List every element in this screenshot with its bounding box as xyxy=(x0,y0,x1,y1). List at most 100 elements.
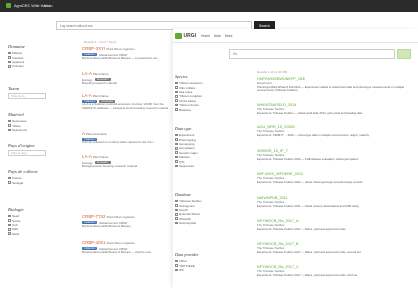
item-title[interactable]: A xyxy=(82,131,85,136)
result-record[interactable]: WHEAT5AFIELD_2014 The Triticeae Toolbox … xyxy=(257,103,417,115)
facet-option[interactable]: Animaux xyxy=(8,64,50,68)
facet-title: Taxon xyxy=(8,86,20,91)
checkbox[interactable] xyxy=(175,259,178,263)
checkbox[interactable] xyxy=(175,213,178,216)
checkbox[interactable] xyxy=(175,95,178,98)
item-description: Biodiversidad publik Biosan & Biotope — … xyxy=(82,56,160,61)
item-description: Biological stock breeding research mater… xyxy=(82,164,138,169)
search-input[interactable] xyxy=(229,49,395,59)
logo-icon xyxy=(175,33,182,39)
checkbox[interactable] xyxy=(8,60,11,64)
record-body: Experiment: Triticeae Toolbox 2011 — whe… xyxy=(257,203,360,208)
checkbox[interactable] xyxy=(175,164,178,168)
result-item[interactable]: LA-A Plant Name Ecology Accession Breedin… xyxy=(82,71,172,86)
taxon-filter-input[interactable]: Filtre taxon xyxy=(8,93,46,99)
search-button[interactable] xyxy=(397,49,411,59)
checkbox[interactable] xyxy=(175,204,178,207)
facet-option[interactable]: DiversityHub xyxy=(175,221,215,225)
result-record[interactable]: NFYWGCB_Ra_2017_A The Triticeae Toolbox … xyxy=(257,219,417,231)
result-item[interactable]: LA-A Plant Name Ecology Accession Biologi… xyxy=(82,154,172,169)
facet-domaine: Domaine Plantes Insectes Apparent Animau… xyxy=(8,44,50,69)
checkbox[interactable] xyxy=(8,181,11,184)
facet-option[interactable]: Spécimens xyxy=(8,128,50,132)
checkbox[interactable] xyxy=(175,147,178,150)
checkbox[interactable] xyxy=(175,99,178,103)
checkbox[interactable] xyxy=(8,232,11,236)
checkbox[interactable] xyxy=(8,214,11,218)
result-record[interactable]: NFYWGCB_Ra_2017_B The Triticeae Toolbox … xyxy=(257,242,417,254)
checkbox[interactable] xyxy=(175,81,178,85)
result-record[interactable]: HNP2WHIZBWUNKFP_1BE Experiment Phenotype… xyxy=(257,77,417,93)
checkbox[interactable] xyxy=(175,268,178,272)
checkbox[interactable] xyxy=(175,199,178,203)
result-record[interactable]: NAIWNPDB_2011 The Triticeae Toolbox Expe… xyxy=(257,196,417,208)
results-info: Results 1 - 10 of 7 items xyxy=(84,40,117,44)
item-title[interactable]: CRBP-4021 xyxy=(82,240,105,245)
checkbox[interactable] xyxy=(8,219,11,222)
checkbox[interactable] xyxy=(175,160,178,163)
item-title[interactable]: LA-A xyxy=(82,71,92,76)
facet-title: Matériel xyxy=(8,112,24,117)
checkbox[interactable] xyxy=(175,151,178,155)
result-record[interactable]: AGU_NRR_15_GSDB The Triticeae Toolbox Ex… xyxy=(257,125,417,137)
country-filter-input[interactable]: Filtre le pays xyxy=(8,150,46,156)
result-item[interactable]: CRBP-4021 Plant fibres organism Collecti… xyxy=(82,240,172,255)
facet-data-provider: Data provider URGI TRITICEAE IPK xyxy=(175,252,215,272)
menu-link[interactable]: Menu xyxy=(44,4,52,8)
checkbox[interactable] xyxy=(175,142,178,146)
result-record[interactable]: IWF-WVS_WFGENE_2012 The Triticeae Toolbo… xyxy=(257,172,417,184)
record-body: Experiment: Triticeae Toolbox 2016 — FHB… xyxy=(257,156,359,161)
checkbox[interactable] xyxy=(8,51,11,55)
checkbox[interactable] xyxy=(8,65,11,68)
checkbox[interactable] xyxy=(175,155,178,159)
checkbox[interactable] xyxy=(175,221,178,225)
nav-home[interactable]: Home xyxy=(201,34,210,38)
facet-title: Pays d'origine xyxy=(8,143,35,148)
checkbox[interactable] xyxy=(175,103,178,107)
checkbox[interactable] xyxy=(8,228,11,231)
record-body: Experiment: Triticeae Toolbox — wheat yi… xyxy=(257,110,364,115)
record-body: Experiment: Triticeae Toolbox 2017 — Rai… xyxy=(257,272,358,277)
checkbox[interactable] xyxy=(8,176,11,180)
checkbox[interactable] xyxy=(175,108,178,111)
facet-biologie: Biologie Seed Semis Cult Wild Natur xyxy=(8,207,50,236)
checkbox[interactable] xyxy=(8,124,11,127)
facet-option[interactable]: Natur xyxy=(8,232,50,236)
checkbox[interactable] xyxy=(8,56,11,59)
facet-data-type: Data type Experiment Phenotyping Genotyp… xyxy=(175,126,215,168)
item-title[interactable]: CRBP-7742 xyxy=(82,214,105,219)
item-description: LA-A is a Solanum pennellii accession (n… xyxy=(82,102,169,110)
checkbox[interactable] xyxy=(175,90,178,94)
item-description: Breeding research material xyxy=(82,81,117,86)
result-record[interactable]: NFYWGCB_Ra_2017_C The Triticeae Toolbox … xyxy=(257,265,417,277)
checkbox[interactable] xyxy=(175,133,178,137)
facet-option[interactable]: Sequences xyxy=(175,164,215,168)
result-item[interactable]: CRBP-3XYI Plant fibres organism Collecti… xyxy=(82,46,172,61)
result-item[interactable]: CRBP-7742 Plant fibres organism Collecti… xyxy=(82,214,172,229)
checkbox[interactable] xyxy=(8,119,11,123)
item-title[interactable]: LA-A xyxy=(82,93,92,98)
checkbox[interactable] xyxy=(8,223,11,227)
facet-option[interactable]: IPK xyxy=(175,268,215,272)
facet-option[interactable]: Sénégal xyxy=(8,180,50,185)
result-record[interactable]: WHBGR_16_IP_T The Triticeae Toolbox Expe… xyxy=(257,149,417,161)
checkbox[interactable] xyxy=(175,217,178,221)
result-item[interactable]: LA-A Plant Name Collection Accession LA-A… xyxy=(82,93,172,110)
foreground-search-window: URGI Home Aide More Results 1-10 of 46 5… xyxy=(173,29,418,288)
checkbox[interactable] xyxy=(175,264,178,267)
urgi-logo[interactable]: URGI xyxy=(175,33,196,39)
checkbox[interactable] xyxy=(8,128,11,132)
facet-species: Species Triticum aestivum Vitis vinifera… xyxy=(175,74,215,112)
nav-more[interactable]: More xyxy=(225,34,233,38)
facet-option[interactable]: Brassica xyxy=(175,107,215,112)
nav-aide[interactable]: Aide xyxy=(214,34,221,38)
record-body: Experiment: Triticeae Toolbox 2017 — Rai… xyxy=(257,226,347,231)
item-title[interactable]: CRBP-3XYI xyxy=(82,46,105,51)
checkbox[interactable] xyxy=(175,138,178,141)
item-title[interactable]: LA-A xyxy=(82,154,92,159)
checkbox[interactable] xyxy=(175,208,178,212)
result-item[interactable]: A Plant Accession Collection Full info c… xyxy=(82,131,172,145)
item-description: Full info collected in a Library table c… xyxy=(82,140,156,145)
item-description: Biodiversidad publik Biosan & Biotope — … xyxy=(82,250,152,255)
checkbox[interactable] xyxy=(175,86,178,89)
